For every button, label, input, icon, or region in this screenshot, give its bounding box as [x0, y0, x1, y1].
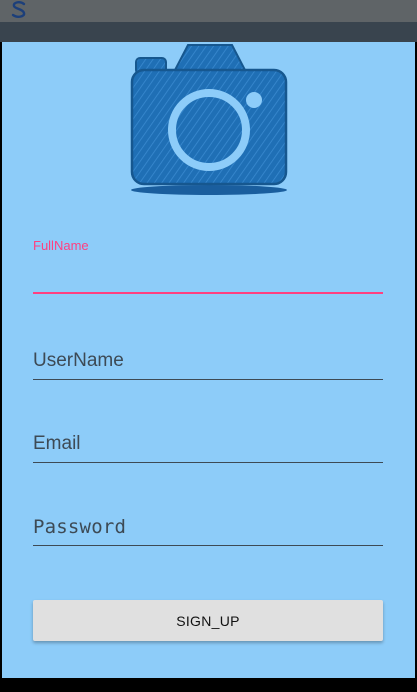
signup-button[interactable]: SIGN_UP: [33, 600, 383, 641]
username-field[interactable]: UserName: [33, 345, 383, 381]
email-placeholder: Email: [33, 433, 81, 454]
navigation-bar: [0, 678, 417, 692]
username-underline: [33, 379, 383, 380]
fullname-label: FullName: [33, 238, 89, 253]
fullname-field[interactable]: FullName: [33, 238, 383, 298]
camera-logo-icon: [130, 44, 288, 195]
signup-button-label: SIGN_UP: [176, 612, 240, 629]
username-placeholder: UserName: [33, 350, 124, 371]
status-bar: [0, 0, 417, 22]
email-underline: [33, 462, 383, 463]
phone-screen: FullName UserName Email Password SIGN_UP: [0, 0, 417, 692]
fullname-underline: [33, 292, 383, 294]
password-underline: [33, 545, 383, 546]
password-field[interactable]: Password: [33, 511, 383, 547]
signup-form-container: FullName UserName Email Password SIGN_UP: [2, 42, 415, 678]
password-placeholder: Password: [33, 516, 127, 538]
email-field[interactable]: Email: [33, 428, 383, 464]
app-bar: [0, 22, 417, 42]
s-notification-icon: [11, 1, 26, 18]
